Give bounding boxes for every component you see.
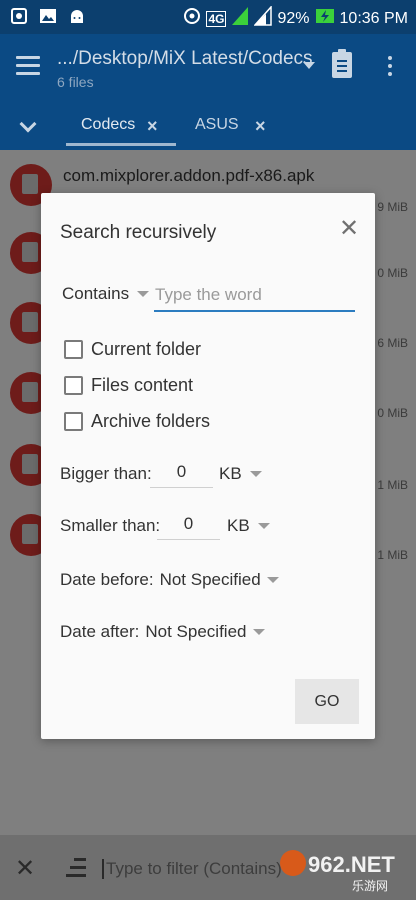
close-tab-asus-icon[interactable]: × <box>255 116 266 137</box>
watermark-logo-icon <box>280 850 306 876</box>
battery-percent: 92% <box>277 9 310 27</box>
gallery-icon <box>39 7 57 25</box>
bigger-than-input[interactable]: 0 <box>150 458 213 488</box>
smaller-than-label: Smaller than: <box>60 516 161 535</box>
close-dialog-icon[interactable]: ✕ <box>339 217 359 241</box>
option-current-folder[interactable]: Current folder <box>64 339 201 360</box>
option-files-content[interactable]: Files content <box>64 375 193 396</box>
option-archive-folders[interactable]: Archive folders <box>64 411 210 432</box>
date-before-value: Not Specified <box>159 570 261 589</box>
checkbox[interactable] <box>64 340 83 359</box>
checkbox[interactable] <box>64 376 83 395</box>
date-after-row[interactable]: Date after: Not Specified <box>60 622 265 642</box>
android-icon <box>68 7 86 25</box>
filter-input[interactable]: Type to filter (Contains) <box>102 859 282 879</box>
date-before-label: Date before: <box>60 570 154 589</box>
more-options-icon[interactable] <box>388 56 393 80</box>
signal-icon-2 <box>253 5 273 31</box>
watermark-subtext: 乐游网 <box>352 879 389 893</box>
network-type: 4G <box>206 10 227 27</box>
match-mode-value: Contains <box>62 284 130 303</box>
bigger-than-label: Bigger than: <box>60 464 152 483</box>
menu-icon[interactable] <box>16 56 40 76</box>
chevron-down-icon[interactable] <box>19 115 37 133</box>
system-status: 4G 92% 10:36 PM <box>183 5 408 31</box>
dropdown-arrow-icon <box>266 577 279 583</box>
option-label: Archive folders <box>91 411 211 431</box>
hotspot-icon <box>10 7 28 25</box>
tab-asus[interactable]: ASUS <box>195 116 239 134</box>
file-size: 0 MiB <box>377 406 408 420</box>
option-label: Files content <box>91 375 194 395</box>
file-size: 6 MiB <box>377 336 408 350</box>
tab-codecs[interactable]: Codecs <box>81 116 135 134</box>
notification-icons <box>10 7 86 25</box>
battery-icon <box>315 7 335 30</box>
option-label: Current folder <box>91 339 202 359</box>
dropdown-arrow-icon <box>257 523 270 529</box>
wifi-icon <box>183 7 201 30</box>
date-after-label: Date after: <box>60 622 140 641</box>
search-word-input[interactable] <box>154 280 355 312</box>
watermark-text: 962.NET <box>308 852 395 877</box>
status-bar: 4G 92% 10:36 PM <box>0 0 416 34</box>
sort-icon[interactable] <box>66 858 86 882</box>
smaller-unit-select[interactable]: KB <box>227 516 270 536</box>
dropdown-arrow-icon <box>249 471 262 477</box>
file-size: 9 MiB <box>377 200 408 214</box>
unit-value: KB <box>219 464 242 483</box>
bigger-unit-select[interactable]: KB <box>219 464 262 484</box>
unit-value: KB <box>227 516 250 535</box>
clock: 10:36 PM <box>339 9 408 27</box>
date-after-value: Not Specified <box>145 622 247 641</box>
file-size: 1 MiB <box>377 548 408 562</box>
file-size: 0 MiB <box>377 266 408 280</box>
dropdown-arrow-icon <box>252 629 265 635</box>
file-size: 1 MiB <box>377 478 408 492</box>
active-tab-indicator <box>66 143 176 146</box>
checkbox[interactable] <box>64 412 83 431</box>
close-tab-codecs-icon[interactable]: × <box>147 116 158 137</box>
match-mode-select[interactable]: Contains <box>62 284 150 304</box>
dialog-title: Search recursively <box>60 222 217 243</box>
close-icon[interactable]: ✕ <box>15 854 35 883</box>
signal-icon <box>231 6 249 31</box>
clipboard-icon[interactable] <box>332 49 352 78</box>
smaller-than-input[interactable]: 0 <box>157 510 220 540</box>
date-before-row[interactable]: Date before: Not Specified <box>60 570 279 590</box>
path-dropdown-icon[interactable] <box>303 62 315 69</box>
current-path[interactable]: .../Desktop/MiX Latest/Codecs <box>57 48 313 70</box>
file-count: 6 files <box>57 74 94 90</box>
dropdown-arrow-icon <box>137 291 150 297</box>
app-bar: .../Desktop/MiX Latest/Codecs 6 files <box>0 34 416 104</box>
tab-bar: Codecs × ASUS × <box>0 104 416 150</box>
go-button[interactable]: GO <box>295 679 359 724</box>
search-dialog: Search recursively ✕ Contains Current fo… <box>41 193 375 739</box>
